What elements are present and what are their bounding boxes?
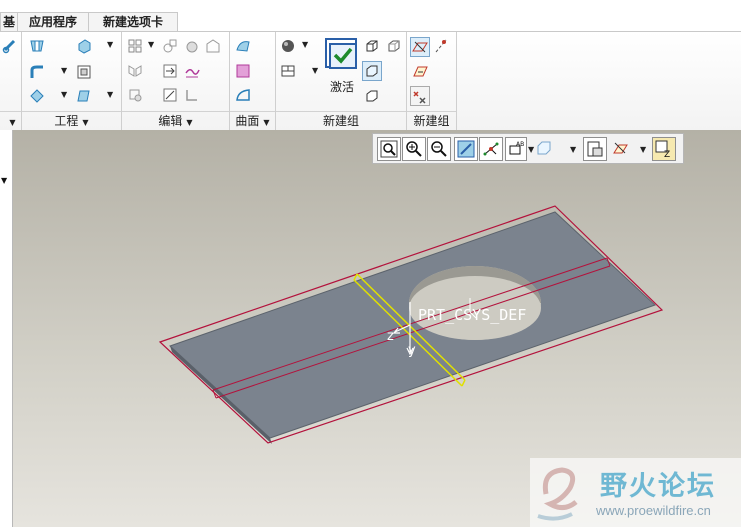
view-toolbar: AB ▼ ▼ ▼ Z [372,133,684,164]
svg-text:AB: AB [516,141,524,148]
watermark-title: 野火论坛 [600,471,716,502]
annotation-display-button[interactable]: AB [505,137,527,161]
saved-views-button[interactable] [533,137,555,159]
spin-center-button[interactable] [479,137,503,161]
watermark-url: www.proewildfire.cn [596,503,711,518]
display-style-dropdown-icon-2[interactable]: ▼ [640,145,646,154]
zoom-out-button[interactable] [427,137,451,161]
axis-y-label: y [408,343,416,358]
svg-text:Z: Z [664,150,670,158]
display-style-button[interactable] [609,137,631,159]
csys-label: PRT_CSYS_DEF [418,306,526,324]
part-model[interactable]: PRT_CSYS_DEF z y [0,0,741,527]
plate-surface [169,211,656,439]
zoom-in-button[interactable] [402,137,426,161]
refit-button[interactable] [377,137,401,161]
axis-z-label: z [387,329,394,344]
saved-views-dropdown-icon[interactable]: ▼ [570,145,576,154]
view-manager-button[interactable] [583,137,607,161]
watermark: 野火论坛 www.proewildfire.cn [530,458,741,527]
datum-display-button[interactable]: Z [652,137,676,161]
watermark-logo-icon [537,467,578,521]
repaint-button[interactable] [454,137,478,161]
